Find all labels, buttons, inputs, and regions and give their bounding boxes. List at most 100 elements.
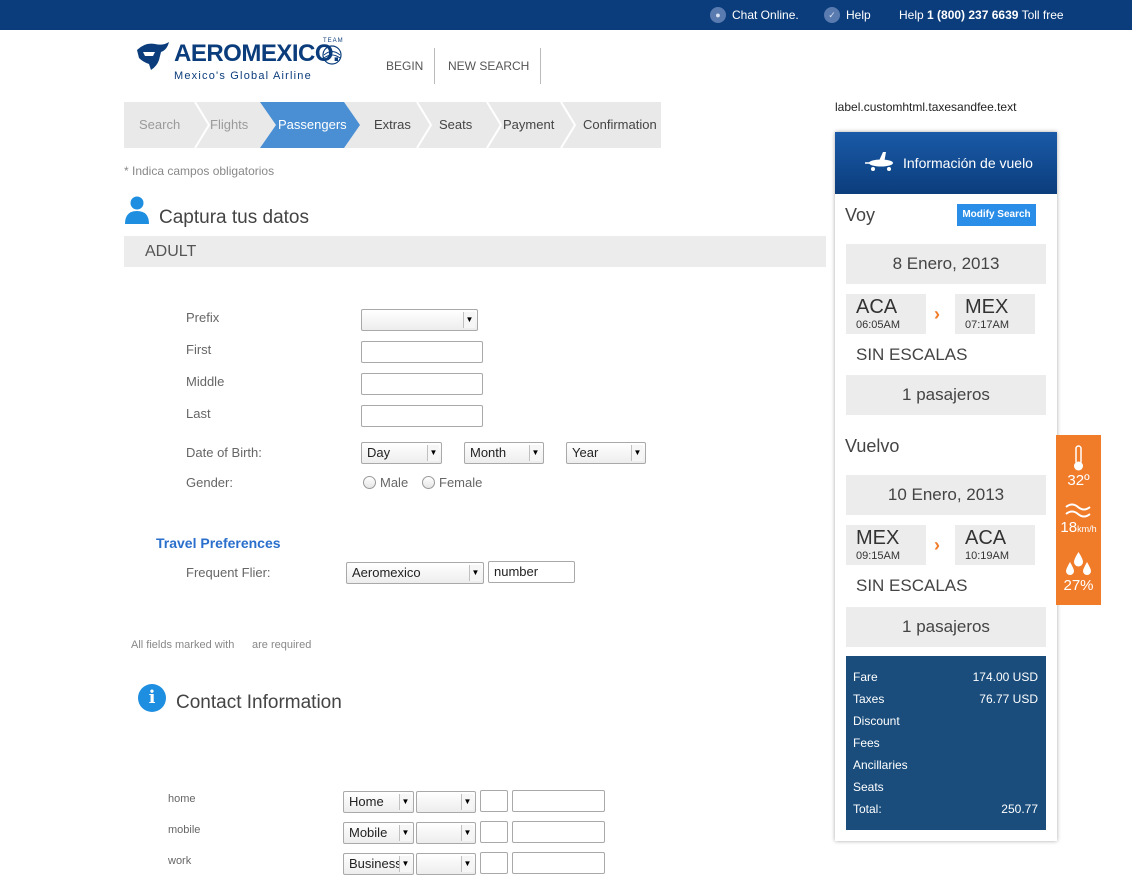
chevron-down-icon: ▼ — [631, 445, 643, 461]
outbound-destination: MEX 07:17AM — [955, 294, 1035, 334]
return-destination-time: 10:19AM — [965, 550, 1010, 562]
contact-home-type-value: Home — [349, 794, 384, 809]
outbound-stops: SIN ESCALAS — [856, 345, 968, 364]
dob-day-value: Day — [367, 445, 391, 460]
begin-link[interactable]: BEGIN — [386, 48, 423, 84]
outbound-origin: ACA 06:05AM — [846, 294, 926, 334]
contact-mobile-area-input[interactable] — [480, 821, 508, 843]
required-fields-note: * Indica campos obligatorios — [124, 164, 275, 178]
return-origin: MEX 09:15AM — [846, 525, 926, 565]
dob-year-select[interactable]: Year ▼ — [566, 442, 646, 464]
skyteam-icon — [322, 45, 342, 65]
aeromexico-logo[interactable]: AEROMEXICO. Mexico's Global Airline TEAM — [133, 38, 353, 88]
help-phone-prefix: Help — [899, 8, 924, 22]
help-link[interactable]: Help — [846, 8, 871, 22]
dob-month-select[interactable]: Month ▼ — [464, 442, 544, 464]
fare-row: Fees — [853, 736, 1038, 752]
step-extras: Extras — [374, 117, 411, 132]
contact-work-number-input[interactable] — [512, 852, 605, 874]
last-name-label: Last — [186, 406, 211, 421]
fare-total-row: Total: 250.77 — [853, 802, 1038, 818]
user-icon — [125, 196, 149, 224]
first-name-input[interactable] — [361, 341, 483, 363]
step-seats: Seats — [439, 117, 473, 132]
gender-male-radio[interactable] — [363, 476, 376, 489]
contact-home-type-select[interactable]: Home ▼ — [343, 791, 414, 813]
contact-work-country-select[interactable]: ▼ — [416, 853, 476, 875]
new-search-link[interactable]: NEW SEARCH — [448, 48, 529, 84]
dob-year-value: Year — [572, 445, 599, 460]
chevron-down-icon: ▼ — [529, 445, 541, 461]
chevron-down-icon: ▼ — [461, 794, 473, 810]
contact-mobile-type-value: Mobile — [349, 825, 388, 840]
outbound-passengers: 1 pasajeros — [846, 375, 1046, 415]
frequent-flier-program-value: Aeromexico — [352, 565, 421, 580]
taxes-fee-label: label.customhtml.taxesandfee.text — [835, 100, 1017, 114]
return-destination-code: ACA — [965, 527, 1007, 549]
frequent-flier-label: Frequent Flier: — [186, 565, 271, 580]
last-name-input[interactable] — [361, 405, 483, 427]
contact-work-type-select[interactable]: Business ▼ — [343, 853, 414, 875]
contact-home-number-input[interactable] — [512, 790, 605, 812]
step-separator — [194, 102, 210, 148]
modify-search-button[interactable]: Modify Search — [957, 204, 1036, 226]
top-bar: ● Chat Online. ✓ Help Help 1 (800) 237 6… — [0, 0, 1132, 30]
frequent-flier-number-input[interactable]: number — [488, 561, 575, 583]
help-phone-number: 1 (800) 237 6639 — [927, 8, 1019, 22]
chat-icon[interactable]: ● — [710, 7, 726, 23]
contact-work-type-value: Business — [349, 856, 402, 871]
chevron-down-icon: ▼ — [427, 445, 439, 461]
prefix-select[interactable]: ▼ — [361, 309, 478, 331]
travel-preferences-title: Travel Preferences — [156, 535, 281, 551]
contact-work-area-input[interactable] — [480, 852, 508, 874]
thermometer-icon — [1074, 445, 1083, 471]
fare-total-label: Total: — [853, 802, 882, 816]
chevron-down-icon: ▼ — [469, 565, 481, 581]
fare-label: Fees — [853, 736, 880, 750]
outbound-destination-time: 07:17AM — [965, 319, 1010, 331]
logo-tagline: Mexico's Global Airline — [174, 70, 312, 82]
step-confirmation: Confirmation — [583, 117, 657, 132]
step-search[interactable]: Search — [139, 102, 180, 148]
outbound-heading: Voy — [845, 205, 876, 225]
dob-label: Date of Birth: — [186, 445, 262, 460]
contact-mobile-type-select[interactable]: Mobile ▼ — [343, 822, 414, 844]
gender-male-label: Male — [380, 475, 409, 490]
dob-day-select[interactable]: Day ▼ — [361, 442, 442, 464]
fare-row: Seats — [853, 780, 1038, 796]
fare-label: Fare — [853, 670, 878, 684]
contact-home-area-input[interactable] — [480, 790, 508, 812]
wind-icon — [1065, 503, 1091, 518]
fare-label: Discount — [853, 714, 900, 728]
contact-mobile-country-select[interactable]: ▼ — [416, 822, 476, 844]
contact-mobile-number-input[interactable] — [512, 821, 605, 843]
step-separator — [560, 102, 576, 148]
middle-name-label: Middle — [186, 374, 225, 389]
chevron-down-icon: ▼ — [399, 794, 411, 810]
middle-name-input[interactable] — [361, 373, 483, 395]
fare-total-value: 250.77 — [1001, 802, 1038, 816]
header-divider — [434, 48, 435, 84]
fare-label: Ancillaries — [853, 758, 908, 772]
return-origin-time: 09:15AM — [856, 550, 901, 562]
chevron-down-icon: ▼ — [463, 312, 475, 328]
step-passengers[interactable]: Passengers — [278, 102, 347, 148]
logo-wordmark: AEROMEXICO. — [174, 40, 340, 67]
flight-info-panel: Información de vuelo Voy Modify Search 8… — [835, 132, 1057, 841]
all-fields-note-end: are required — [252, 639, 312, 651]
help-icon[interactable]: ✓ — [824, 7, 840, 23]
fare-value: 76.77 USD — [979, 692, 1038, 706]
chevron-down-icon: ▼ — [461, 856, 473, 872]
chat-online-link[interactable]: Chat Online. — [732, 8, 799, 22]
fare-row: Fare 174.00 USD — [853, 670, 1038, 686]
first-name-label: First — [186, 342, 212, 357]
frequent-flier-program-select[interactable]: Aeromexico ▼ — [346, 562, 484, 584]
gender-female-radio[interactable] — [422, 476, 435, 489]
step-flights[interactable]: Flights — [210, 102, 248, 148]
wind-value: 18km/h — [1056, 519, 1101, 536]
fare-row: Discount — [853, 714, 1038, 730]
airplane-icon — [865, 152, 893, 171]
contact-home-country-select[interactable]: ▼ — [416, 791, 476, 813]
return-stops: SIN ESCALAS — [856, 576, 968, 595]
fare-row: Taxes 76.77 USD — [853, 692, 1038, 708]
